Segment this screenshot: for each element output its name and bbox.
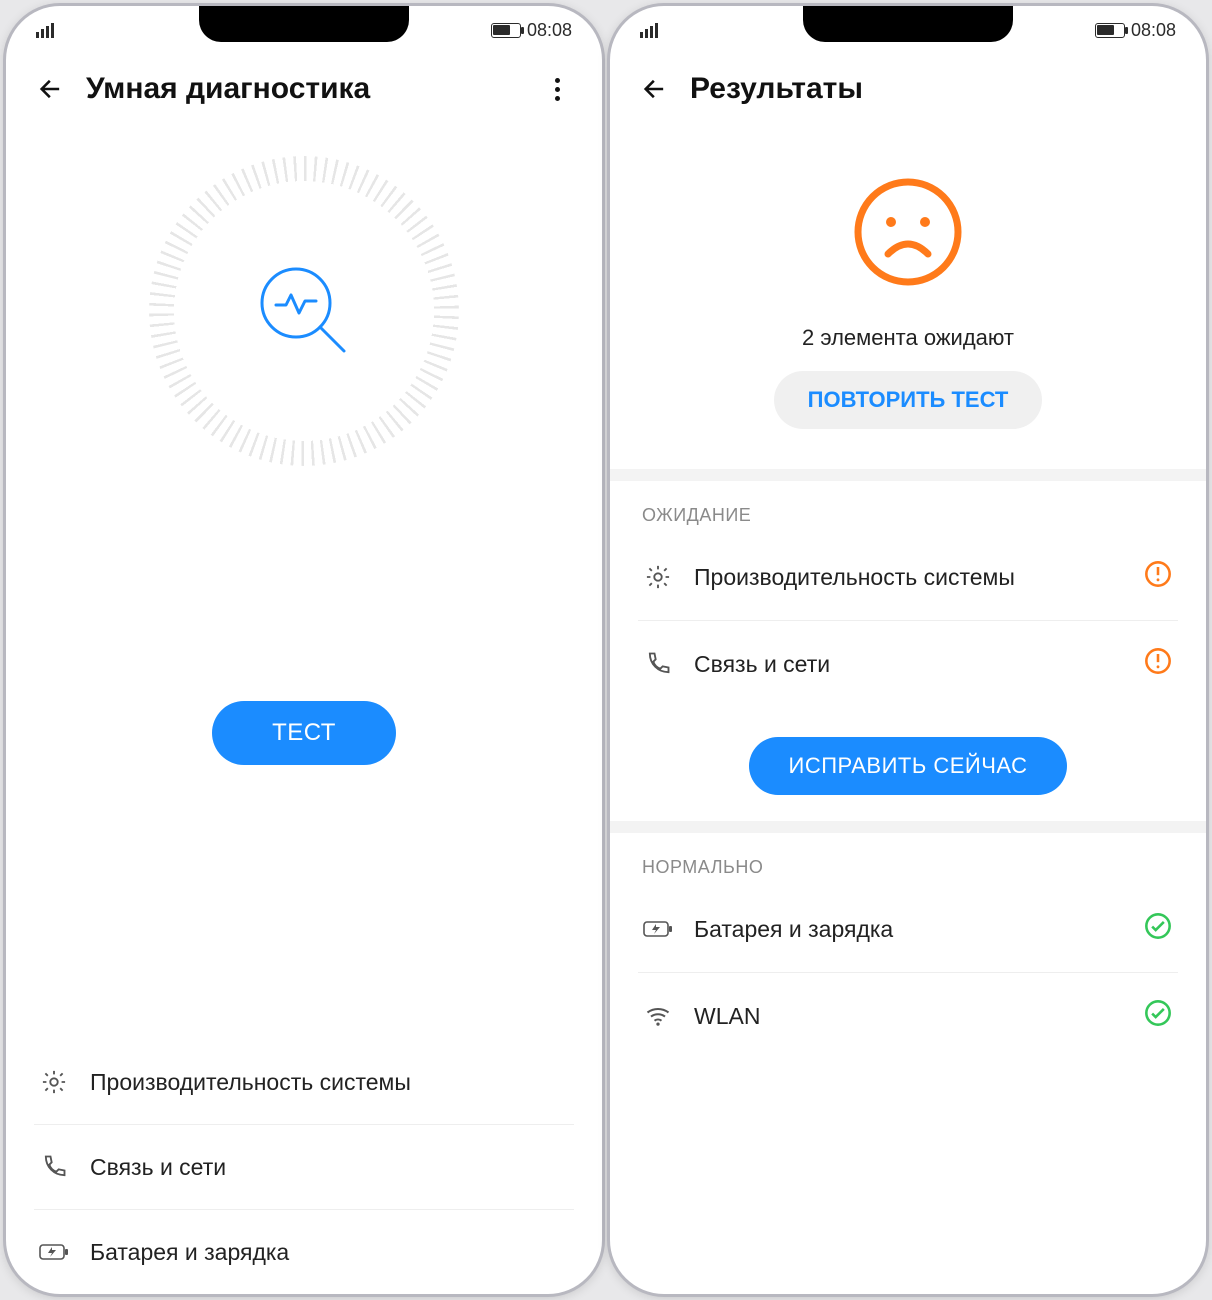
list-item[interactable]: Батарея и зарядка — [34, 1210, 574, 1294]
section-header-normal: НОРМАЛЬНО — [610, 833, 1206, 886]
category-list: Производительность системы Связь и сети … — [6, 1040, 602, 1294]
battery-icon — [1095, 23, 1125, 38]
gear-icon — [642, 561, 674, 593]
phone-right: 08:08 Результаты 2 элемента ожидают ПОВТ… — [610, 6, 1206, 1294]
phone-left: 08:08 Умная диагностика ТЕСТ Производите… — [6, 6, 602, 1294]
section-header-pending: ОЖИДАНИЕ — [610, 481, 1206, 534]
fix-now-button[interactable]: ИСПРАВИТЬ СЕЙЧАС — [749, 737, 1068, 795]
page-title: Результаты — [690, 72, 1178, 106]
status-time: 08:08 — [527, 20, 572, 41]
retry-button[interactable]: ПОВТОРИТЬ ТЕСТ — [774, 371, 1043, 429]
pending-count-text: 2 элемента ожидают — [610, 325, 1206, 351]
result-summary: 2 элемента ожидают ПОВТОРИТЬ ТЕСТ — [610, 116, 1206, 429]
header: Умная диагностика — [6, 48, 602, 116]
sad-face-icon — [848, 172, 968, 292]
item-label: Батарея и зарядка — [90, 1239, 289, 1266]
more-menu-button[interactable] — [540, 78, 574, 101]
signal-icon — [640, 23, 658, 38]
notch — [803, 6, 1013, 42]
item-label: Связь и сети — [90, 1154, 226, 1181]
battery-charge-icon — [642, 913, 674, 945]
normal-list: Батарея и зарядка WLAN — [610, 886, 1206, 1059]
list-item[interactable]: Производительность системы — [638, 534, 1178, 621]
gear-icon — [38, 1066, 70, 1098]
item-label: Батарея и зарядка — [694, 916, 893, 943]
list-item[interactable]: Производительность системы — [34, 1040, 574, 1125]
diagnostic-dial — [6, 116, 602, 466]
back-button[interactable] — [638, 72, 672, 106]
battery-icon — [491, 23, 521, 38]
divider — [610, 821, 1206, 833]
magnifier-pulse-icon — [244, 251, 364, 371]
item-label: Связь и сети — [694, 651, 830, 678]
phone-icon — [642, 648, 674, 680]
list-item[interactable]: Связь и сети — [638, 621, 1178, 707]
item-label: Производительность системы — [90, 1069, 411, 1096]
header: Результаты — [610, 48, 1206, 116]
signal-icon — [36, 23, 54, 38]
item-label: Производительность системы — [694, 564, 1015, 591]
list-item[interactable]: Батарея и зарядка — [638, 886, 1178, 973]
test-button[interactable]: ТЕСТ — [212, 701, 396, 765]
pending-list: Производительность системы Связь и сети — [610, 534, 1206, 707]
item-label: WLAN — [694, 1003, 760, 1030]
wifi-icon — [642, 1000, 674, 1032]
check-icon — [1144, 912, 1174, 946]
battery-charge-icon — [38, 1236, 70, 1268]
back-button[interactable] — [34, 72, 68, 106]
alert-icon — [1144, 560, 1174, 594]
phone-icon — [38, 1151, 70, 1183]
list-item[interactable]: Связь и сети — [34, 1125, 574, 1210]
alert-icon — [1144, 647, 1174, 681]
check-icon — [1144, 999, 1174, 1033]
notch — [199, 6, 409, 42]
divider — [610, 469, 1206, 481]
list-item[interactable]: WLAN — [638, 973, 1178, 1059]
page-title: Умная диагностика — [86, 72, 522, 106]
status-time: 08:08 — [1131, 20, 1176, 41]
